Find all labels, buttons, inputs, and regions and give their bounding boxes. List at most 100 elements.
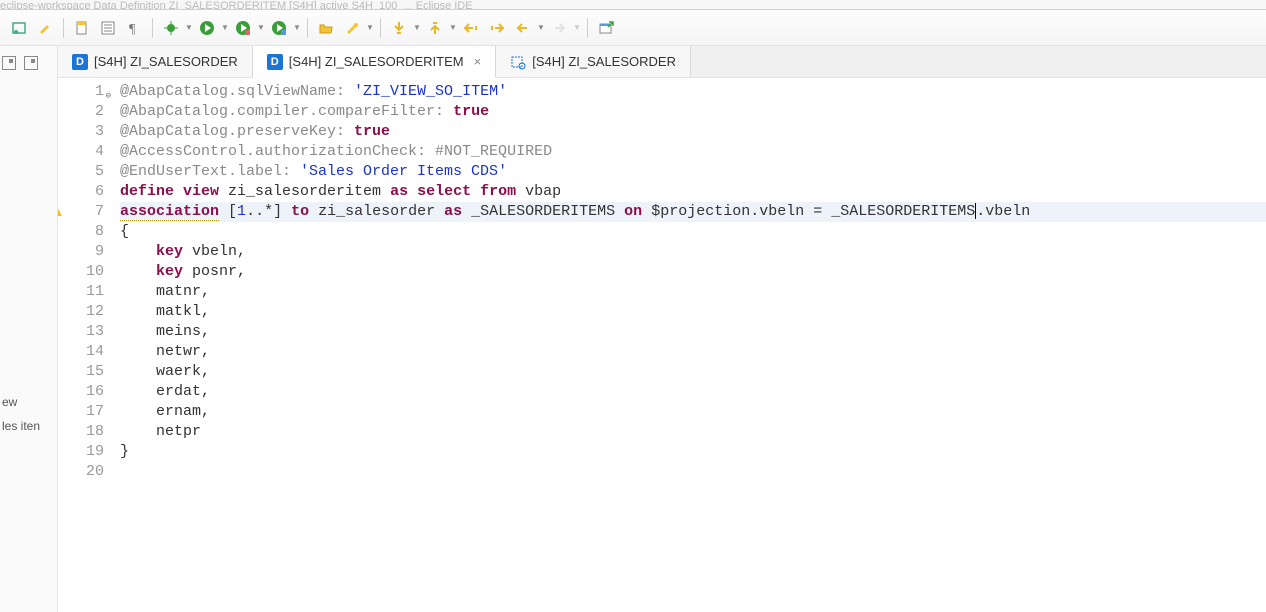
dropdown-icon[interactable]: ▼ xyxy=(365,23,375,32)
forward-icon[interactable] xyxy=(548,17,570,39)
dropdown-icon[interactable]: ▼ xyxy=(572,23,582,32)
svg-text:¶: ¶ xyxy=(129,22,136,36)
code-token: netwr, xyxy=(120,343,210,360)
toolbar-separator xyxy=(380,18,381,38)
dropdown-icon[interactable]: ▼ xyxy=(448,23,458,32)
warning-icon[interactable] xyxy=(58,205,62,216)
wand-icon[interactable] xyxy=(341,17,363,39)
sidebar-fragment xyxy=(0,150,57,174)
sidebar-fragment xyxy=(0,510,57,534)
sidebar-fragment xyxy=(0,198,57,222)
step-into-icon[interactable] xyxy=(388,17,410,39)
code-token: @AbapCatalog.compiler.compareFilter: xyxy=(120,103,453,120)
code-line[interactable]: { xyxy=(120,222,1266,242)
code-token: $projection.vbeln = _SALESORDERITEMS xyxy=(642,203,975,220)
code-line[interactable]: netwr, xyxy=(120,342,1266,362)
data-definition-icon: D xyxy=(72,54,88,70)
run-coverage-icon[interactable] xyxy=(268,17,290,39)
code-line[interactable]: ernam, xyxy=(120,402,1266,422)
line-gutter: 1⊖234567891011121314151617181920 xyxy=(58,78,112,612)
dropdown-icon[interactable]: ▼ xyxy=(184,23,194,32)
editor-tab[interactable]: [S4H] ZI_SALESORDER xyxy=(496,46,691,77)
minimize-view-icon[interactable] xyxy=(2,56,16,70)
paragraph-icon[interactable]: ¶ xyxy=(123,17,145,39)
code-line[interactable]: association [1..*] to zi_salesorder as _… xyxy=(120,202,1266,222)
code-line[interactable]: meins, xyxy=(120,322,1266,342)
code-line[interactable]: @AbapCatalog.preserveKey: true xyxy=(120,122,1266,142)
debug-icon[interactable] xyxy=(160,17,182,39)
back-icon[interactable] xyxy=(512,17,534,39)
code-token: vbap xyxy=(516,183,561,200)
code-line[interactable]: @AccessControl.authorizationCheck: #NOT_… xyxy=(120,142,1266,162)
code-line[interactable] xyxy=(120,462,1266,482)
code-token: 1 xyxy=(237,203,246,220)
line-number: 17 xyxy=(58,402,104,422)
code-line[interactable]: key vbeln, xyxy=(120,242,1266,262)
highlight-icon[interactable] xyxy=(34,17,56,39)
code-line[interactable]: } xyxy=(120,442,1266,462)
editor-tab[interactable]: D[S4H] ZI_SALESORDERITEM× xyxy=(253,46,496,78)
line-number: 5 xyxy=(58,162,104,182)
tab-label: [S4H] ZI_SALESORDER xyxy=(94,54,238,69)
toolbar-separator xyxy=(307,18,308,38)
code-line[interactable]: @AbapCatalog.sqlViewName: 'ZI_VIEW_SO_IT… xyxy=(120,82,1266,102)
code-token: posnr, xyxy=(183,263,246,280)
run-icon[interactable] xyxy=(196,17,218,39)
window-titlebar: eclipse-workspace Data Definition ZI_SAL… xyxy=(0,0,1266,10)
properties-icon[interactable] xyxy=(97,17,119,39)
sidebar-fragment xyxy=(0,438,57,462)
code-content[interactable]: @AbapCatalog.sqlViewName: 'ZI_VIEW_SO_IT… xyxy=(112,78,1266,612)
dropdown-icon[interactable]: ▼ xyxy=(412,23,422,32)
line-number: 2 xyxy=(58,102,104,122)
dropdown-icon[interactable]: ▼ xyxy=(220,23,230,32)
code-editor[interactable]: 1⊖234567891011121314151617181920 @AbapCa… xyxy=(58,78,1266,612)
dropdown-icon[interactable]: ▼ xyxy=(536,23,546,32)
code-token: } xyxy=(120,443,129,460)
line-number: 15 xyxy=(58,362,104,382)
sidebar-fragment xyxy=(0,534,57,558)
editor-tab[interactable]: D [S4H] ZI_SALESORDER xyxy=(58,46,253,77)
run-ext-icon[interactable] xyxy=(232,17,254,39)
code-line[interactable]: @EndUserText.label: 'Sales Order Items C… xyxy=(120,162,1266,182)
line-number: 7 xyxy=(58,202,104,222)
open-icon[interactable] xyxy=(315,17,337,39)
code-line[interactable]: @AbapCatalog.compiler.compareFilter: tru… xyxy=(120,102,1266,122)
new-icon[interactable] xyxy=(71,17,93,39)
code-line[interactable]: matnr, xyxy=(120,282,1266,302)
line-number: 9 xyxy=(58,242,104,262)
line-number: 4 xyxy=(58,142,104,162)
fold-icon[interactable]: ⊖ xyxy=(101,86,111,96)
code-line[interactable]: define view zi_salesorderitem as select … xyxy=(120,182,1266,202)
code-token: waerk, xyxy=(120,363,210,380)
close-icon[interactable]: × xyxy=(470,54,482,69)
code-line[interactable]: erdat, xyxy=(120,382,1266,402)
step-over-icon[interactable] xyxy=(424,17,446,39)
window-title: eclipse-workspace Data Definition ZI_SAL… xyxy=(0,0,473,10)
code-line[interactable]: netpr xyxy=(120,422,1266,442)
line-number: 10 xyxy=(58,262,104,282)
code-token: { xyxy=(120,223,129,240)
code-line[interactable]: waerk, xyxy=(120,362,1266,382)
main-area: ewles itenCDSew/ D[S4H] ZI_SALESORDERD[S… xyxy=(0,46,1266,612)
code-token: 'ZI_VIEW_SO_ITEM' xyxy=(354,83,507,100)
debug-perspective-icon[interactable] xyxy=(8,17,30,39)
code-token: @AbapCatalog.sqlViewName: xyxy=(120,83,354,100)
line-number: 16 xyxy=(58,382,104,402)
step-return-icon[interactable] xyxy=(460,17,482,39)
code-line[interactable]: key posnr, xyxy=(120,262,1266,282)
toolbar-separator xyxy=(587,18,588,38)
code-line[interactable]: matkl, xyxy=(120,302,1266,322)
code-token: .vbeln xyxy=(976,203,1030,220)
line-number: 3 xyxy=(58,122,104,142)
sidebar-fragment: ew xyxy=(0,390,57,414)
dropdown-icon[interactable]: ▼ xyxy=(292,23,302,32)
step-forward-icon[interactable] xyxy=(486,17,508,39)
line-number: 11 xyxy=(58,282,104,302)
sidebar-fragment: les iten xyxy=(0,414,57,438)
sidebar-fragment xyxy=(0,462,57,486)
code-token: vbeln, xyxy=(183,243,246,260)
sidebar-fragment xyxy=(0,318,57,342)
new-window-icon[interactable] xyxy=(595,17,617,39)
maximize-view-icon[interactable] xyxy=(24,56,38,70)
dropdown-icon[interactable]: ▼ xyxy=(256,23,266,32)
